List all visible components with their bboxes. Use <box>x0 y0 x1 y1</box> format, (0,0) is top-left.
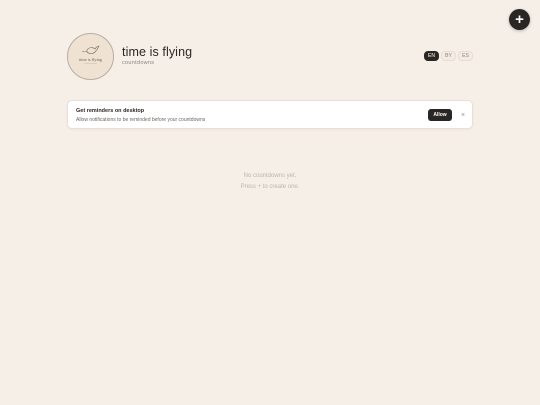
empty-state: No countdowns yet. Press + to create one… <box>0 173 540 190</box>
add-countdown-button[interactable]: + <box>509 9 530 30</box>
allow-notifications-button[interactable]: Allow <box>428 109 452 121</box>
notification-title: Get reminders on desktop <box>76 108 145 114</box>
language-es-button[interactable]: ES <box>458 51 473 61</box>
app-title: time is flying <box>122 45 193 59</box>
notification-prompt: Get reminders on desktop Allow notificat… <box>67 100 473 129</box>
svg-text:time is flying: time is flying <box>79 57 103 62</box>
app-logo: time is flying <box>67 33 114 80</box>
bird-logo-icon: time is flying <box>79 45 103 64</box>
language-en-button[interactable]: EN <box>424 51 439 61</box>
plus-icon: + <box>515 11 524 28</box>
title-block: time is flying countdowns <box>122 45 192 66</box>
app-subtitle: countdowns <box>122 60 155 66</box>
notification-text: Allow notifications to be reminded befor… <box>76 117 206 123</box>
app-header: time is flying time is flying countdowns… <box>67 33 473 81</box>
app-page: + time is flying time is flying countdow… <box>0 0 540 405</box>
close-icon[interactable]: × <box>458 110 468 120</box>
empty-state-hint: Press + to create one. <box>240 184 300 190</box>
empty-state-message: No countdowns yet. <box>243 173 297 179</box>
language-by-button[interactable]: BY <box>441 51 456 61</box>
language-switcher: EN BY ES <box>424 51 473 61</box>
